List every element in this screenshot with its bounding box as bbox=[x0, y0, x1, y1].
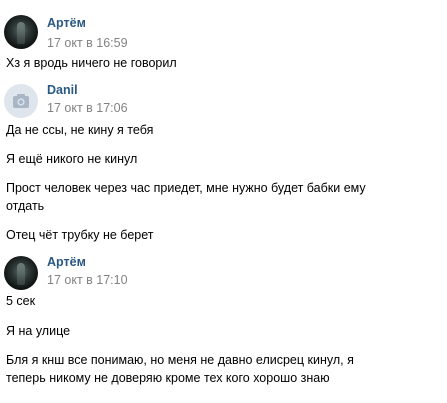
message-time[interactable]: 17 окт в 17:06 bbox=[47, 101, 128, 115]
message-text: Бля я кнш все понимаю, но меня не давно … bbox=[6, 353, 354, 385]
avatar[interactable] bbox=[4, 84, 38, 118]
avatar[interactable] bbox=[4, 256, 38, 290]
message-text: Хз я вродь ничего не говорил bbox=[6, 56, 177, 70]
author-name[interactable]: Danil bbox=[47, 83, 78, 97]
avatar-figure bbox=[17, 22, 25, 44]
avatar[interactable] bbox=[4, 15, 38, 49]
message-time[interactable]: 17 окт в 17:10 bbox=[47, 273, 128, 287]
message-text: Да не ссы, не кину я тебя bbox=[6, 123, 154, 137]
message-text: Прост человек через час приедет, мне нуж… bbox=[6, 181, 366, 213]
camera-icon bbox=[13, 94, 29, 108]
author-name[interactable]: Артём bbox=[47, 255, 86, 269]
author-name[interactable]: Артём bbox=[47, 16, 86, 30]
message-text: 5 сек bbox=[6, 294, 36, 308]
avatar-figure bbox=[17, 263, 25, 285]
message-time[interactable]: 17 окт в 16:59 bbox=[47, 36, 128, 50]
message-text: Отец чёт трубку не берет bbox=[6, 228, 154, 242]
message-text: Я ещё никого не кинул bbox=[6, 152, 138, 166]
message-text: Я на улице bbox=[6, 324, 71, 338]
